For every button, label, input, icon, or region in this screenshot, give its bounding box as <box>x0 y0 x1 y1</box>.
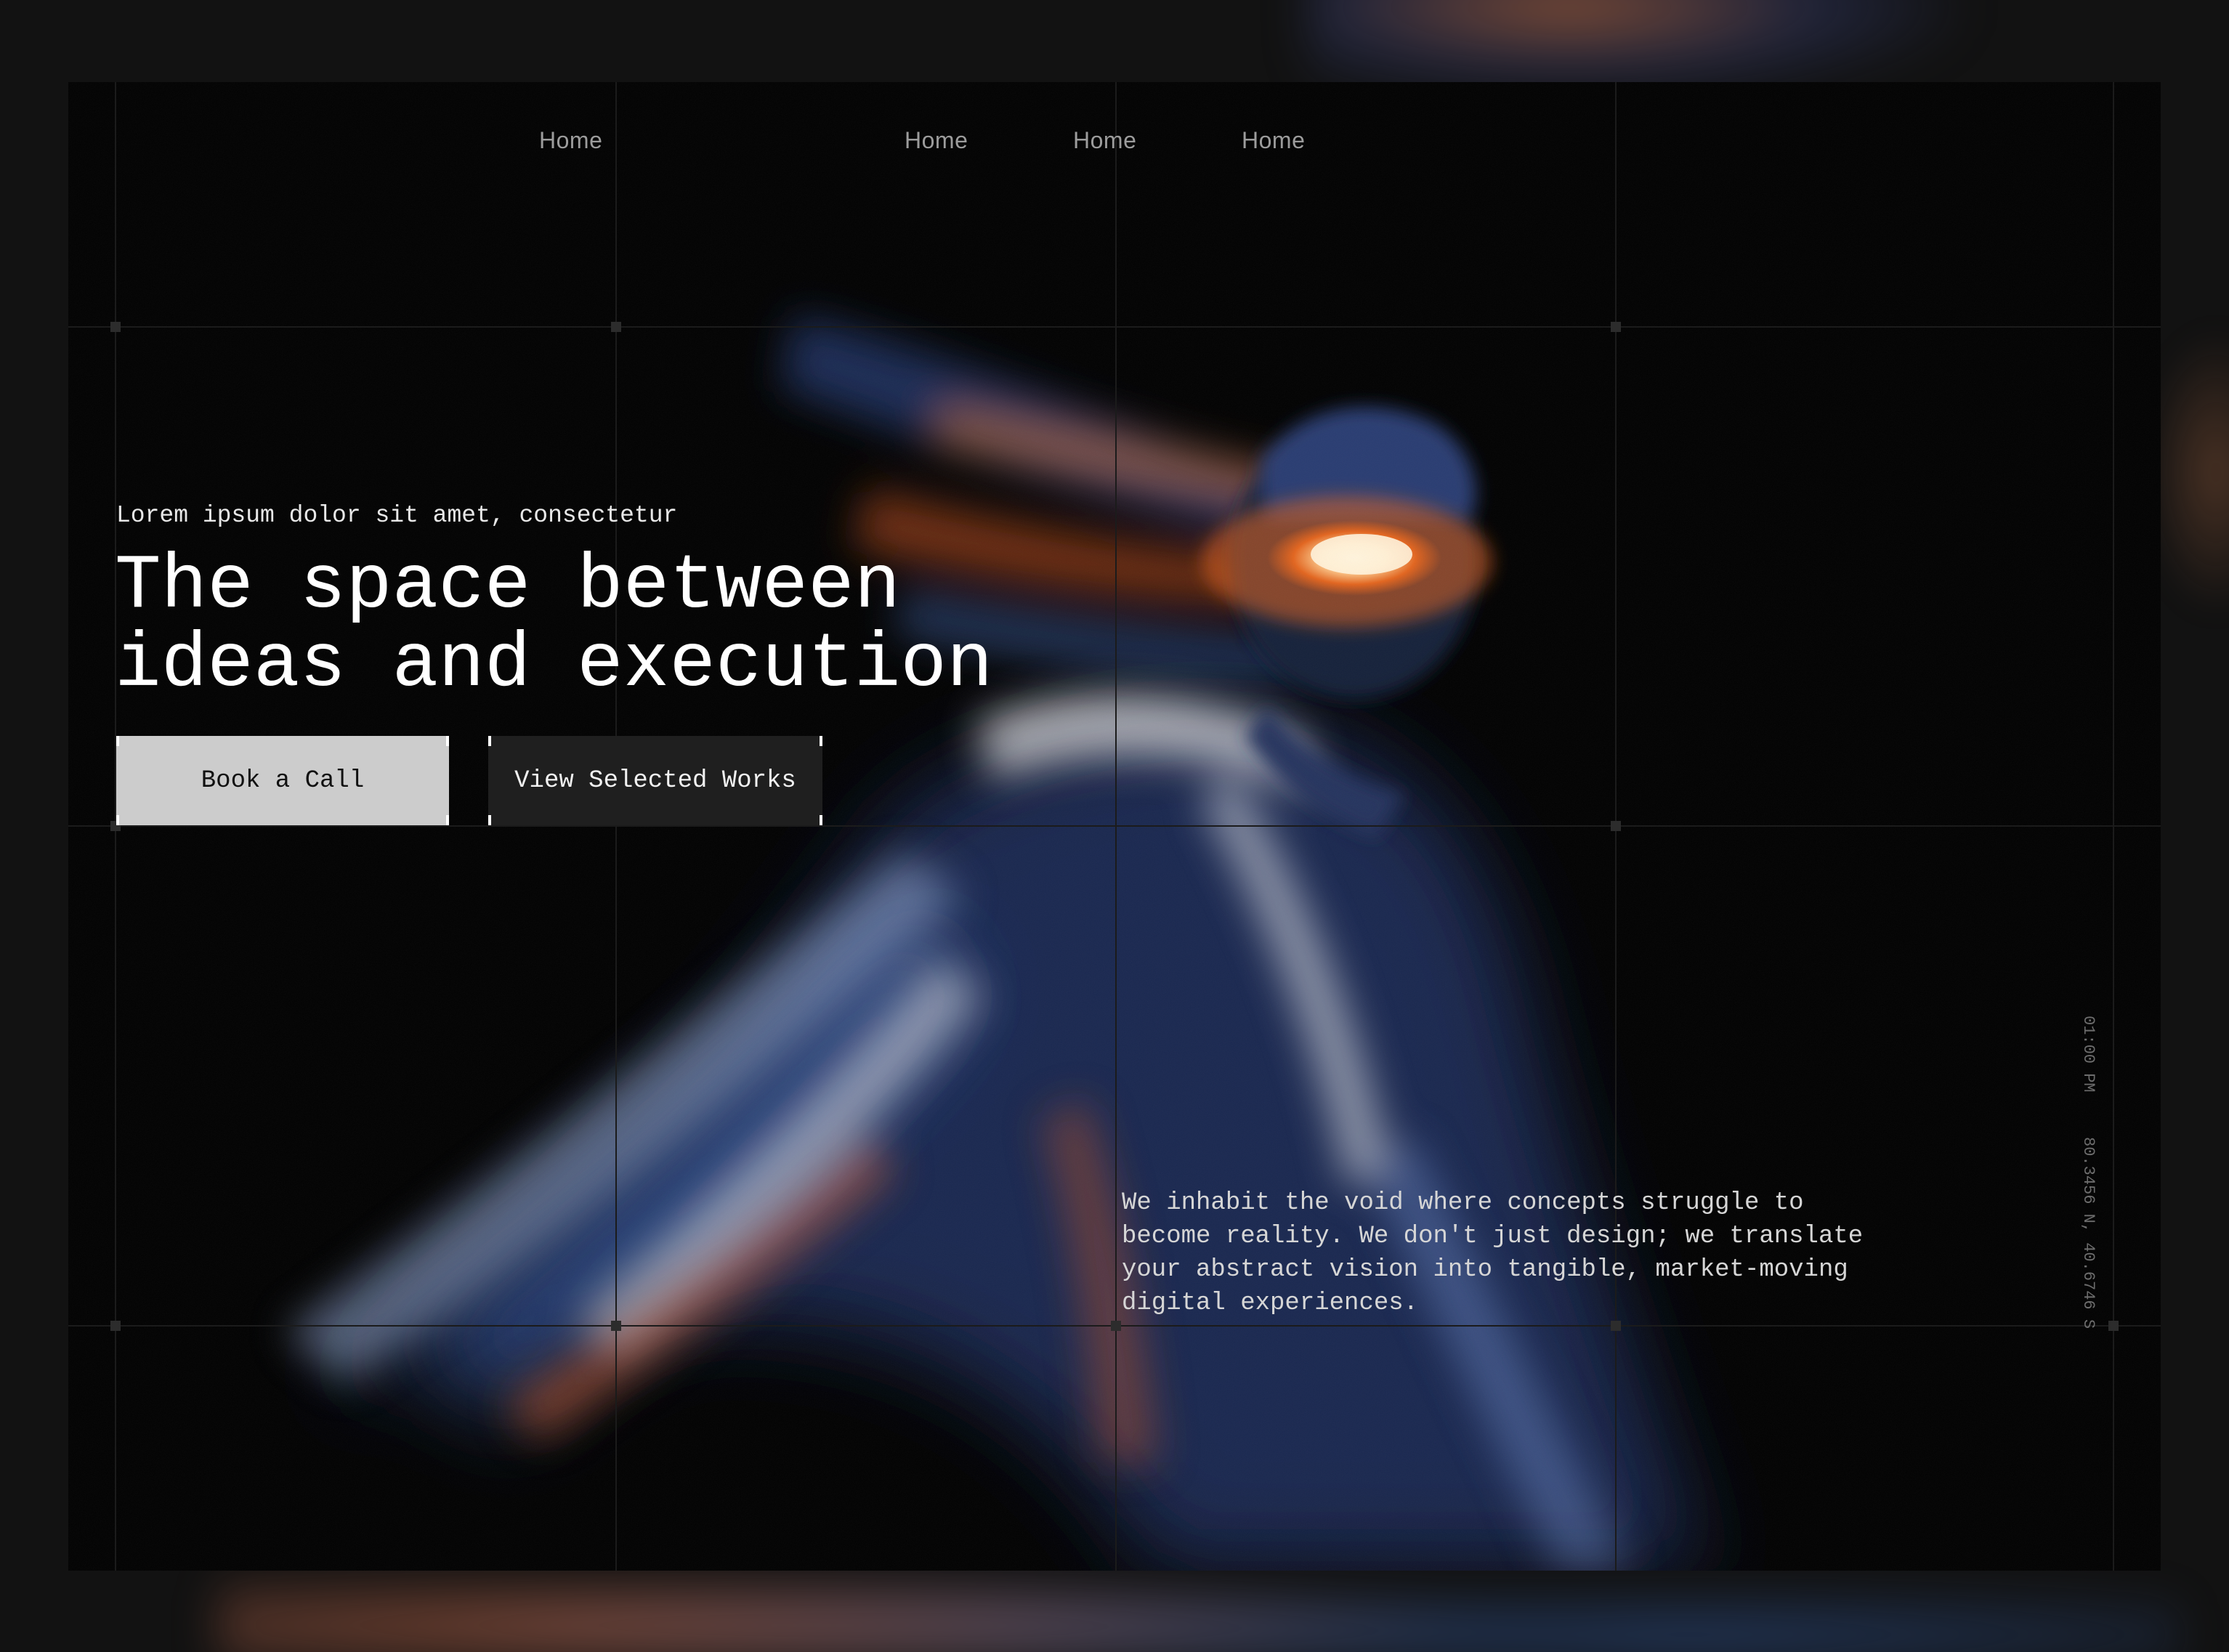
hero-headline: The space between ideas and execution <box>115 547 993 704</box>
meta-coordinates: 80.3456 N, 40.6746 S <box>2079 1136 2097 1329</box>
button-corner <box>488 815 491 825</box>
nav-link-home-4[interactable]: Home <box>1242 127 1305 154</box>
grid-node <box>1111 1321 1121 1331</box>
button-corner <box>820 815 822 825</box>
view-works-button[interactable]: View Selected Works <box>488 736 822 825</box>
nav-link-home-3[interactable]: Home <box>1073 127 1136 154</box>
nav-link-home-1[interactable]: Home <box>539 127 602 154</box>
grid-node <box>611 322 621 332</box>
button-corner <box>820 736 822 746</box>
grid-node <box>1611 821 1621 831</box>
button-corner <box>446 815 449 825</box>
button-corner <box>116 815 119 825</box>
book-call-button-label: Book a Call <box>201 766 365 795</box>
hero-description: We inhabit the void where concepts strug… <box>1122 1189 1864 1317</box>
button-corner <box>446 736 449 746</box>
hero-eyebrow: Lorem ipsum dolor sit amet, consectetur <box>116 502 678 529</box>
book-call-button[interactable]: Book a Call <box>116 736 449 825</box>
hero-headline-line-2: ideas and execution <box>115 621 993 708</box>
grid-node <box>110 322 121 332</box>
grid-line <box>68 326 2161 328</box>
button-corner <box>488 736 491 746</box>
side-meta: 01:00 PM 80.3456 N, 40.6746 S <box>2079 1016 2097 1329</box>
grid-node <box>2108 1321 2119 1331</box>
grid-line <box>68 825 2161 827</box>
grid-node <box>1611 322 1621 332</box>
grid-node <box>110 1321 121 1331</box>
hero-frame: Home Home Home Home Lorem ipsum dolor si… <box>68 82 2161 1571</box>
grid-node <box>1611 1321 1621 1331</box>
hero-headline-line-1: The space between <box>115 543 901 630</box>
meta-time: 01:00 PM <box>2079 1016 2097 1093</box>
view-works-button-label: View Selected Works <box>514 766 796 795</box>
nav-link-home-2[interactable]: Home <box>905 127 968 154</box>
button-corner <box>116 736 119 746</box>
grid-node <box>611 1321 621 1331</box>
